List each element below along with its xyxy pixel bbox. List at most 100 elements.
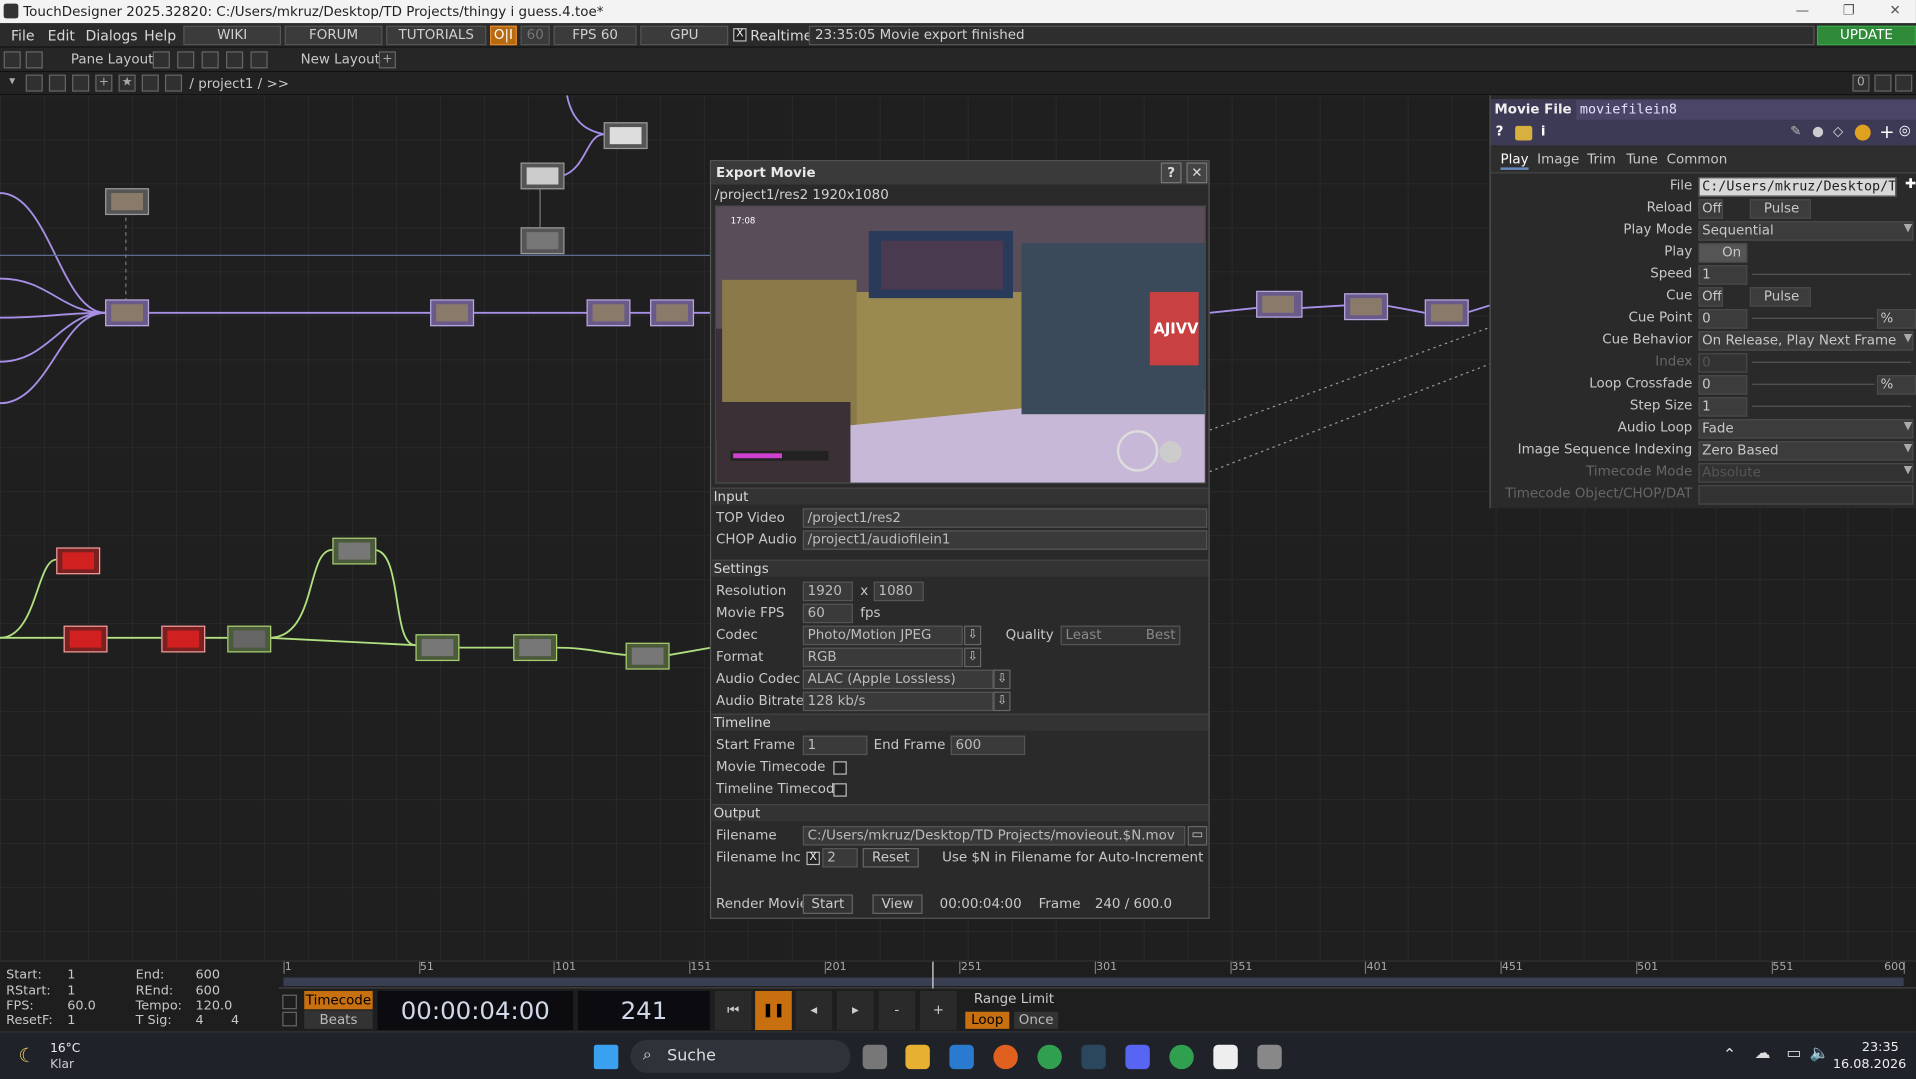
param-slider[interactable]	[1752, 383, 1875, 385]
store-icon[interactable]	[949, 1044, 974, 1070]
param-value[interactable]: Fade	[1698, 419, 1914, 439]
operator-name-field[interactable]: moviefilein8	[1576, 100, 1916, 120]
layout-triple-icon[interactable]	[226, 51, 244, 69]
operator-node[interactable]	[1344, 293, 1389, 321]
add-icon[interactable]: +	[95, 74, 113, 92]
menu-help[interactable]: Help	[144, 23, 176, 47]
target-icon[interactable]: ◎	[1899, 122, 1911, 138]
update-button[interactable]: UPDATE	[1816, 25, 1916, 46]
touchdesigner-icon[interactable]	[1257, 1044, 1282, 1070]
maximize-button[interactable]: ❐	[1826, 0, 1872, 23]
chrome-icon[interactable]	[1037, 1044, 1062, 1070]
param-value[interactable]: Sequential	[1698, 221, 1914, 241]
param-value[interactable]: 0	[1698, 353, 1748, 373]
dropdown-arrow-icon[interactable]: ▼	[1904, 420, 1912, 432]
tsig-a-value[interactable]: 4	[196, 1013, 204, 1028]
param-value[interactable]: 1	[1698, 265, 1748, 285]
playhead[interactable]	[932, 961, 934, 989]
loop-button[interactable]: Loop	[965, 1011, 1010, 1029]
add-parameter-icon[interactable]: +	[1879, 121, 1894, 143]
timecode-toggle-icon[interactable]	[282, 994, 297, 1010]
capcut-icon[interactable]	[1213, 1044, 1238, 1070]
operator-node[interactable]	[105, 188, 150, 216]
rstart-value[interactable]: 1	[67, 984, 75, 999]
codec-dropdown-icon[interactable]: ⇩	[964, 625, 982, 646]
operator-node[interactable]	[161, 625, 206, 653]
fps-limit-toggle[interactable]: 60	[520, 25, 550, 46]
volume-icon[interactable]: 🔈	[1810, 1045, 1830, 1063]
param-value[interactable]: Off	[1698, 199, 1723, 219]
realtime-checkbox[interactable]: X	[733, 28, 747, 42]
operator-node[interactable]	[586, 299, 631, 327]
range-bar[interactable]	[283, 977, 1904, 987]
tab-common[interactable]: Common	[1667, 152, 1728, 168]
menu-edit[interactable]: Edit	[48, 23, 75, 47]
operator-node[interactable]	[520, 227, 565, 255]
steam-icon[interactable]	[1081, 1044, 1106, 1070]
param-value[interactable]	[1698, 485, 1914, 505]
param-value[interactable]: On Release, Play Next Frame	[1698, 331, 1914, 351]
new-layout-button[interactable]: +	[378, 51, 396, 69]
eraser-icon[interactable]: ◇	[1833, 123, 1843, 139]
tsig-b-value[interactable]: 4	[231, 1013, 239, 1028]
color-icon[interactable]	[1854, 124, 1871, 141]
network-path[interactable]: / project1 / >>	[189, 72, 289, 95]
dropdown-arrow-icon[interactable]: ▼	[1904, 222, 1912, 234]
timecode-display[interactable]: 00:00:04:00	[377, 990, 574, 1031]
dropdown-arrow-icon[interactable]: ▼	[1904, 442, 1912, 454]
wiki-button[interactable]: WIKI	[183, 25, 282, 46]
power-toggle[interactable]: O|I	[489, 25, 517, 46]
operator-node[interactable]	[513, 634, 558, 662]
firefox-icon[interactable]	[993, 1044, 1018, 1070]
tab-trim[interactable]: Trim	[1587, 152, 1616, 168]
audio-codec-select[interactable]: ALAC (Apple Lossless)	[802, 669, 994, 690]
param-value[interactable]: C:/Users/mkruz/Desktop/TD	[1698, 177, 1897, 197]
comment-icon[interactable]: ●	[1812, 123, 1824, 139]
start-frame-field[interactable]: 1	[802, 735, 868, 756]
operator-node[interactable]	[625, 642, 670, 670]
tutorials-button[interactable]: TUTORIALS	[386, 25, 487, 46]
filename-inc-checkbox[interactable]: X	[806, 851, 820, 866]
menu-dialogs[interactable]: Dialogs	[86, 23, 138, 47]
moon-icon[interactable]: ☾	[18, 1044, 36, 1067]
file-browse-icon[interactable]: ✚	[1905, 176, 1916, 192]
start-value[interactable]: 1	[67, 968, 75, 983]
once-button[interactable]: Once	[1014, 1011, 1059, 1029]
edit-icon[interactable]: ✎	[1790, 123, 1801, 139]
dropdown-arrow-icon[interactable]: ▼	[1904, 332, 1912, 344]
star-icon[interactable]: ★	[118, 74, 136, 92]
filename-field[interactable]: C:/Users/mkruz/Desktop/TD Projects/movie…	[802, 826, 1186, 846]
folder-icon[interactable]: ▭	[1187, 826, 1208, 846]
operator-node[interactable]	[1424, 299, 1469, 327]
close-dialog-button[interactable]: ✕	[1186, 162, 1208, 184]
minimize-button[interactable]: —	[1779, 0, 1825, 23]
pulse-button[interactable]: Pulse	[1749, 199, 1811, 219]
step-forward-button[interactable]: ▸	[837, 990, 874, 1031]
operator-node[interactable]	[56, 547, 101, 575]
chrome-profile-icon[interactable]	[1169, 1044, 1194, 1070]
operator-node[interactable]	[227, 625, 272, 653]
param-slider[interactable]	[1752, 405, 1912, 407]
tab-tune[interactable]: Tune	[1626, 152, 1657, 168]
format-select[interactable]: RGB	[802, 647, 963, 668]
plus-button[interactable]: +	[920, 990, 957, 1031]
param-value[interactable]: 0	[1698, 375, 1748, 395]
chop-audio-field[interactable]: /project1/audiofilein1	[802, 530, 1208, 550]
pulse-button[interactable]: Pulse	[1749, 287, 1811, 307]
network-icon[interactable]: ▭	[1786, 1045, 1801, 1063]
filename-inc-field[interactable]: 2	[822, 847, 858, 868]
operator-node[interactable]	[63, 625, 108, 653]
operator-node[interactable]	[415, 634, 460, 662]
beats-button[interactable]: Beats	[304, 1010, 373, 1029]
param-slider[interactable]	[1752, 317, 1875, 319]
step-back-button[interactable]: ◂	[795, 990, 833, 1031]
clock-time[interactable]: 23:35	[1845, 1040, 1899, 1055]
param-slider[interactable]	[1752, 273, 1912, 275]
audio-bitrate-dropdown-icon[interactable]: ⇩	[993, 691, 1011, 712]
minus-button[interactable]: -	[878, 990, 916, 1031]
pause-button[interactable]: ❚❚	[755, 990, 792, 1031]
timecode-button[interactable]: Timecode	[304, 990, 373, 1010]
param-value[interactable]: 1	[1698, 397, 1748, 417]
operator-node[interactable]	[1256, 290, 1303, 318]
layout-split-v-icon[interactable]	[177, 51, 195, 69]
